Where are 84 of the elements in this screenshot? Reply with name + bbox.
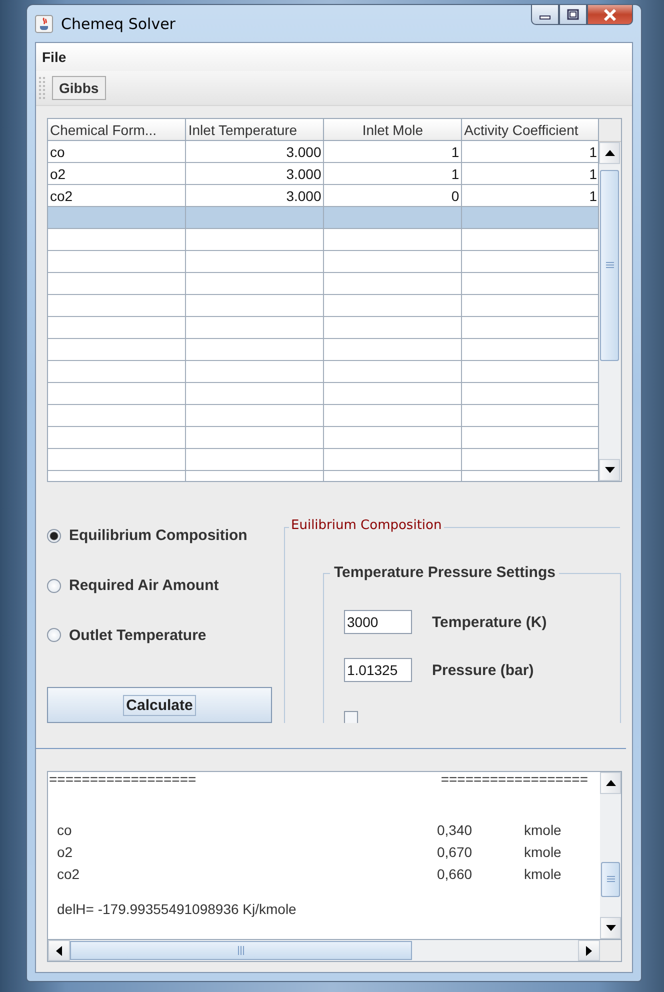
result-name: co: [57, 822, 73, 839]
table-cell: 3.000: [286, 188, 322, 204]
radio-button[interactable]: [47, 528, 61, 543]
table-cell: 1: [589, 188, 597, 204]
menu-item[interactable]: File: [40, 47, 68, 67]
table-cell: 1: [451, 166, 460, 182]
table-row[interactable]: [48, 206, 598, 228]
calculate-button[interactable]: Calculate: [47, 687, 272, 723]
table-cell: 3.000: [286, 166, 322, 182]
scroll-down-button[interactable]: [600, 917, 621, 939]
result-name: co2: [57, 866, 81, 883]
table-cell: 3.000: [286, 144, 322, 160]
table-row[interactable]: [48, 338, 598, 360]
result-value: 0,660: [436, 866, 474, 883]
result-unit: kmole: [524, 822, 562, 839]
grip-icon[interactable]: [38, 76, 46, 100]
table-row[interactable]: [48, 382, 598, 404]
table-cell: 1: [589, 166, 597, 182]
checkbox[interactable]: [344, 711, 358, 723]
cup-icon: [35, 14, 53, 32]
result-unit: kmole: [524, 866, 562, 883]
result-name: o2: [57, 844, 74, 861]
maximize-icon: [566, 8, 580, 20]
table-row[interactable]: [48, 294, 598, 316]
close-button[interactable]: [587, 5, 633, 25]
down-arrow-icon: [606, 925, 616, 931]
radio-label[interactable]: Equilibrium Composition: [69, 527, 248, 544]
table-row[interactable]: [48, 272, 598, 294]
grip-icon: [238, 946, 244, 955]
scroll-left-button[interactable]: [48, 940, 70, 961]
column-header[interactable]: Inlet Mole: [324, 119, 462, 140]
result-unit: kmole: [524, 844, 562, 861]
grip-icon: [606, 262, 614, 268]
up-arrow-icon: [606, 780, 616, 786]
scroll-right-button[interactable]: [578, 940, 600, 961]
group-title: Temperature Pressure Settings: [330, 564, 560, 581]
radio-button[interactable]: [47, 578, 61, 593]
toolbar-button[interactable]: Gibbs: [52, 76, 106, 100]
table-row[interactable]: [48, 360, 598, 382]
input-field[interactable]: 1.01325: [344, 658, 412, 682]
radio-label[interactable]: Outlet Temperature: [69, 626, 206, 644]
scroll-up-button[interactable]: [599, 142, 620, 164]
scrollbar[interactable]: [600, 772, 621, 939]
table-row[interactable]: [48, 426, 598, 448]
up-arrow-icon: [604, 150, 615, 156]
table-row[interactable]: co2 3.000 0 1: [48, 184, 598, 206]
close-icon: [602, 8, 618, 22]
field-label: Temperature (K): [432, 614, 547, 630]
table-cell: co2: [50, 188, 73, 204]
scrollbar[interactable]: [599, 142, 620, 481]
down-arrow-icon: [604, 467, 615, 473]
input-field[interactable]: 3000: [344, 610, 412, 634]
result-summary: delH= -179.99355491098936 Kj/kmole: [57, 901, 296, 917]
table-cell: 1: [589, 144, 597, 160]
table-row[interactable]: o2 3.000 1 1: [48, 162, 598, 184]
table-row[interactable]: [48, 228, 598, 250]
scroll-up-button[interactable]: [600, 772, 621, 794]
table-cell: co: [50, 144, 65, 160]
maximize-button[interactable]: [559, 5, 587, 25]
panel-title: Euilibrium Composition: [289, 518, 444, 533]
left-arrow-icon: [56, 946, 62, 956]
column-header[interactable]: Activity Coefficient: [462, 119, 598, 140]
radio-label[interactable]: Required Air Amount: [69, 577, 219, 594]
scroll-down-button[interactable]: [599, 459, 620, 481]
grip-icon: [606, 876, 614, 882]
column-header[interactable]: Chemical Form...: [48, 119, 186, 140]
separator-text: ==================: [440, 772, 588, 786]
result-value: 0,670: [436, 844, 474, 861]
column-header[interactable]: Inlet Temperature: [186, 119, 324, 140]
table-row[interactable]: [48, 404, 598, 426]
table-row[interactable]: [48, 250, 598, 272]
scrollbar[interactable]: [48, 940, 600, 961]
table-row[interactable]: co 3.000 1 1: [48, 140, 598, 162]
right-arrow-icon: [586, 946, 592, 956]
table-row[interactable]: [48, 316, 598, 338]
table-cell: 0: [451, 188, 460, 204]
result-value: 0,340: [436, 822, 474, 839]
window-title: Chemeq Solver: [61, 14, 176, 32]
separator-text: ==================: [49, 772, 196, 786]
minimize-button[interactable]: [531, 5, 559, 25]
table-cell: 1: [451, 144, 460, 160]
radio-button[interactable]: [47, 628, 61, 642]
field-label: Pressure (bar): [432, 662, 534, 678]
table-cell: o2: [50, 166, 66, 182]
